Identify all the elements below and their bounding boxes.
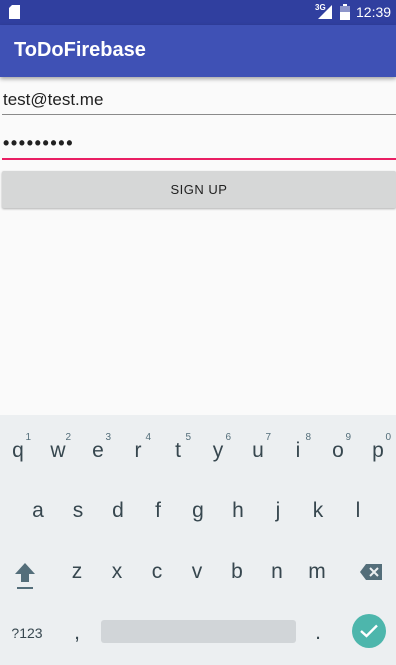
key-hint: 6	[225, 432, 231, 443]
password-mask: •••••••••	[3, 133, 75, 153]
key-hint: 3	[105, 432, 111, 443]
key[interactable]: j	[259, 489, 297, 533]
key[interactable]: o9	[319, 429, 357, 473]
key-label: s	[72, 499, 84, 522]
key-label: k	[312, 499, 324, 522]
enter-key[interactable]	[352, 614, 386, 648]
key[interactable]: d	[99, 489, 137, 533]
key-label: y	[212, 439, 224, 462]
key[interactable]: q1	[0, 429, 37, 473]
key-label: j	[275, 499, 281, 522]
key[interactable]: f	[139, 489, 177, 533]
key-label: d	[112, 499, 124, 522]
key-hint: 5	[185, 432, 191, 443]
key[interactable]: m	[298, 550, 336, 594]
symbols-key[interactable]: ?123	[8, 611, 46, 655]
soft-keyboard: q1w2e3r4t5y6u7i8o9p0 asdfghjkl zxcvbnm ?…	[0, 415, 396, 665]
key-hint: 8	[305, 432, 311, 443]
status-bar: 3G 12:39	[0, 0, 396, 25]
sd-card-icon	[9, 5, 20, 19]
key-label: m	[308, 560, 326, 583]
key-label: u	[252, 439, 264, 462]
key-label: b	[231, 560, 243, 583]
key-label: v	[191, 560, 203, 583]
key-label: l	[355, 499, 361, 522]
key[interactable]: v	[178, 550, 216, 594]
key-label: x	[111, 560, 123, 583]
key[interactable]: e3	[79, 429, 117, 473]
key-label: c	[151, 560, 163, 583]
key[interactable]: c	[138, 550, 176, 594]
key-label: w	[50, 439, 66, 462]
key[interactable]: u7	[239, 429, 277, 473]
key-hint: 4	[145, 432, 151, 443]
key[interactable]: a	[19, 489, 57, 533]
key-label: i	[295, 439, 301, 462]
space-key[interactable]	[101, 620, 296, 643]
key-label: e	[92, 439, 104, 462]
battery-icon	[340, 4, 350, 20]
key-label: g	[192, 499, 204, 522]
key-label: z	[71, 560, 83, 583]
key-label: f	[155, 499, 161, 522]
comma-key[interactable]: ,	[58, 611, 96, 655]
key[interactable]: z	[58, 550, 96, 594]
key[interactable]: s	[59, 489, 97, 533]
key-hint: 9	[345, 432, 351, 443]
shift-key[interactable]	[6, 554, 44, 598]
key-hint: 1	[25, 432, 31, 443]
app-title: ToDoFirebase	[14, 39, 146, 61]
screen: 3G 12:39 ToDoFirebase test@test.me •••••…	[0, 0, 396, 665]
key-hint: 2	[65, 432, 71, 443]
key-label: h	[232, 499, 244, 522]
key-label: t	[175, 439, 181, 462]
key-label: a	[32, 499, 44, 522]
period-key[interactable]: .	[299, 611, 337, 655]
key[interactable]: r4	[119, 429, 157, 473]
key-label: p	[372, 439, 384, 462]
backspace-icon	[360, 564, 382, 580]
key[interactable]: p0	[359, 429, 396, 473]
shift-icon	[15, 563, 35, 589]
key-hint: 0	[385, 432, 391, 443]
key[interactable]: x	[98, 550, 136, 594]
key-label: r	[134, 439, 142, 462]
password-input[interactable]: •••••••••	[2, 130, 396, 160]
key[interactable]: t5	[159, 429, 197, 473]
key[interactable]: l	[339, 489, 377, 533]
key-hint: 7	[265, 432, 271, 443]
checkmark-icon	[360, 624, 378, 638]
key[interactable]: h	[219, 489, 257, 533]
key[interactable]: b	[218, 550, 256, 594]
signup-button[interactable]: SIGN UP	[2, 171, 396, 208]
key[interactable]: i8	[279, 429, 317, 473]
key[interactable]: w2	[39, 429, 77, 473]
clock: 12:39	[356, 4, 392, 20]
key-label: o	[332, 439, 344, 462]
key[interactable]: k	[299, 489, 337, 533]
key-label: q	[12, 439, 24, 462]
key[interactable]: y6	[199, 429, 237, 473]
key[interactable]: g	[179, 489, 217, 533]
app-bar: ToDoFirebase	[0, 25, 396, 77]
key-label: n	[271, 560, 283, 583]
signal-icon	[318, 5, 332, 19]
backspace-key[interactable]	[352, 550, 390, 594]
key[interactable]: n	[258, 550, 296, 594]
email-input[interactable]: test@test.me	[2, 87, 396, 115]
